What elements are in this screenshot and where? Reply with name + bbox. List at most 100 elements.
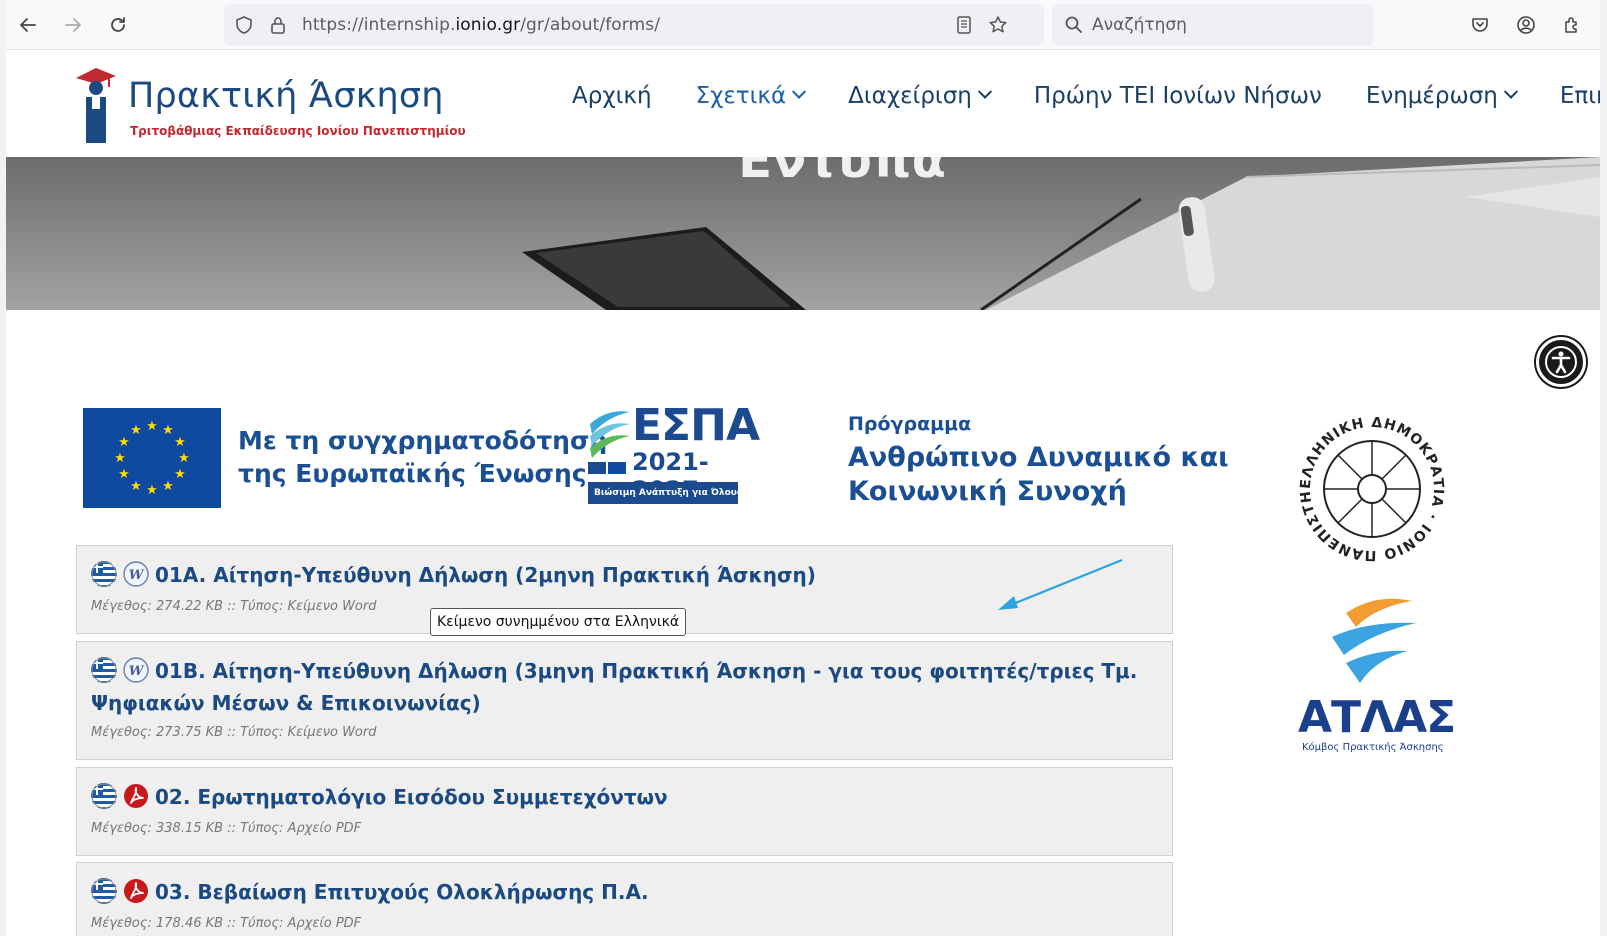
form-download-link[interactable]: 01B. Αίτηση-Υπεύθυνη Δήλωση (3μηνη Πρακτ… bbox=[91, 655, 1154, 719]
search-bar[interactable]: Αναζήτηση bbox=[1052, 4, 1374, 46]
svg-text:★: ★ bbox=[174, 435, 186, 450]
hero-title: Έντυπα bbox=[730, 157, 946, 189]
program-line-2: Κοινωνική Συνοχή bbox=[848, 476, 1127, 507]
form-head: W 01A. Αίτηση-Υπεύθυνη Δήλωση (2μηνη Πρα… bbox=[91, 559, 1154, 591]
program-label: Πρόγραμμα bbox=[848, 413, 972, 435]
eu-line-2: της Ευρωπαϊκής Ένωσης bbox=[238, 459, 587, 488]
form-download-link[interactable]: 03. Βεβαίωση Επιτυχούς Ολοκλήρωσης Π.Α. bbox=[91, 876, 1154, 908]
browser-toolbar: https://internship.ionio.gr/gr/about/for… bbox=[6, 0, 1600, 50]
form-download-link[interactable]: 02. Ερωτηματολόγιο Εισόδου Συμμετεχόντων bbox=[91, 781, 1154, 813]
form-head: 02. Ερωτηματολόγιο Εισόδου Συμμετεχόντων bbox=[91, 781, 1154, 813]
greek-flag-icon bbox=[91, 878, 117, 904]
back-button[interactable] bbox=[12, 9, 44, 41]
espa-swoosh-icon bbox=[588, 411, 630, 474]
atlas-subtitle: Κόμβος Πρακτικής Άσκησης bbox=[1302, 742, 1444, 753]
eu-line-1: Με τη συγχρηματοδότηση bbox=[238, 426, 608, 455]
nav-news[interactable]: Ενημέρωση bbox=[1366, 83, 1518, 109]
espa-tagline: Βιώσιμη Ανάπτυξη για Όλους bbox=[588, 482, 742, 504]
program-text: Πρόγραμμα Ανθρώπινο Δυναμικό και Κοινωνι… bbox=[848, 413, 1229, 509]
svg-text:★: ★ bbox=[146, 483, 158, 498]
chevron-down-icon bbox=[1503, 84, 1518, 99]
form-item: 03. Βεβαίωση Επιτυχούς Ολοκλήρωσης Π.Α. … bbox=[76, 862, 1173, 936]
form-meta: Μέγεθος: 178.46 KB :: Τύπος: Αρχείο PDF bbox=[91, 916, 362, 931]
chevron-down-icon bbox=[977, 84, 992, 99]
svg-text:★: ★ bbox=[162, 423, 174, 438]
chevron-down-icon bbox=[792, 84, 807, 99]
svg-text:★: ★ bbox=[114, 451, 126, 466]
back-arrow-icon bbox=[20, 18, 36, 32]
site-logo-subtitle: Τριτοβάθμιας Εκπαίδευσης Ιονίου Πανεπιστ… bbox=[130, 124, 466, 138]
form-meta: Μέγεθος: 338.15 KB :: Τύπος: Αρχείο PDF bbox=[91, 821, 362, 836]
pdf-file-icon bbox=[124, 784, 148, 808]
nav-about[interactable]: Σχετικά bbox=[696, 83, 807, 109]
svg-text:★: ★ bbox=[130, 423, 142, 438]
bookmark-star-icon[interactable] bbox=[988, 15, 1008, 35]
form-item: 02. Ερωτηματολόγιο Εισόδου Συμμετεχόντων… bbox=[76, 767, 1173, 856]
svg-text:★: ★ bbox=[162, 479, 174, 494]
annotation-arrow-icon bbox=[998, 558, 1123, 610]
account-button[interactable] bbox=[1510, 9, 1542, 41]
pdf-file-icon bbox=[124, 879, 148, 903]
accessibility-button[interactable] bbox=[1536, 337, 1586, 387]
hero-banner: Έντυπα bbox=[6, 157, 1600, 310]
form-download-link[interactable]: 01A. Αίτηση-Υπεύθυνη Δήλωση (2μηνη Πρακτ… bbox=[91, 559, 1154, 591]
forward-button[interactable] bbox=[57, 9, 89, 41]
url-path: /gr/about/forms/ bbox=[520, 15, 661, 35]
search-icon bbox=[1065, 16, 1082, 33]
word-file-icon: W bbox=[123, 561, 149, 587]
nav-contact-label: Επικοι bbox=[1559, 83, 1600, 109]
pocket-button[interactable] bbox=[1464, 9, 1496, 41]
seal-text: ΕΛΛΗΝΙΚΗ ΔΗΜΟΚΡΑΤΙΑ · ΙΟΝΙΟ ΠΑΝΕΠΙΣΤΗΜΙΟ… bbox=[1295, 412, 1445, 563]
reload-icon bbox=[111, 17, 125, 32]
nav-home[interactable]: Αρχική bbox=[572, 83, 652, 109]
svg-text:W: W bbox=[129, 664, 145, 679]
address-bar[interactable]: https://internship.ionio.gr/gr/about/for… bbox=[224, 4, 1044, 46]
puzzle-icon bbox=[1565, 17, 1577, 33]
nav-home-label: Αρχική bbox=[572, 83, 652, 109]
lock-icon[interactable] bbox=[268, 15, 288, 35]
url-prefix: https://internship. bbox=[302, 15, 456, 35]
search-placeholder: Αναζήτηση bbox=[1092, 15, 1187, 35]
form-head: W 01B. Αίτηση-Υπεύθυνη Δήλωση (3μηνη Πρα… bbox=[91, 655, 1154, 719]
greek-flag-icon bbox=[91, 783, 117, 809]
greek-flag-icon bbox=[91, 657, 117, 683]
word-file-icon: W bbox=[123, 657, 149, 683]
form-meta: Μέγεθος: 273.75 KB :: Τύπος: Κείμενο Wor… bbox=[91, 725, 377, 740]
reload-button[interactable] bbox=[102, 9, 134, 41]
site-header: Πρακτική Άσκηση Τριτοβάθμιας Εκπαίδευσης… bbox=[6, 50, 1600, 157]
svg-text:★: ★ bbox=[178, 451, 190, 466]
espa-logo: ΕΣΠΑ 2021-2027 Βιώσιμη Ανάπτυξη για Όλου… bbox=[588, 400, 760, 510]
nav-management-label: Διαχείριση bbox=[848, 83, 972, 109]
svg-text:★: ★ bbox=[118, 435, 130, 450]
svg-text:★: ★ bbox=[174, 467, 186, 482]
tracking-shield-icon[interactable] bbox=[234, 15, 254, 35]
program-name: Ανθρώπινο Δυναμικό και Κοινωνική Συνοχή bbox=[848, 441, 1229, 509]
reader-view-icon[interactable] bbox=[954, 15, 974, 35]
ionian-university-seal[interactable]: ΕΛΛΗΝΙΚΗ ΔΗΜΟΚΡΑΤΙΑ · ΙΟΝΙΟ ΠΑΝΕΠΙΣΤΗΜΙΟ… bbox=[1295, 412, 1449, 566]
svg-text:ΕΛΛΗΝΙΚΗ ΔΗΜΟΚΡΑΤΙΑ · ΙΟΝΙΟ ΠΑ: ΕΛΛΗΝΙΚΗ ΔΗΜΟΚΡΑΤΙΑ · ΙΟΝΙΟ ΠΑΝΕΠΙΣΤΗΜΙΟ… bbox=[1295, 412, 1446, 563]
pocket-icon bbox=[1472, 18, 1488, 32]
svg-text:★: ★ bbox=[130, 479, 142, 494]
graduate-logo-icon[interactable] bbox=[72, 64, 116, 144]
atlas-swirl-icon bbox=[1332, 598, 1416, 683]
form-meta: Μέγεθος: 274.22 KB :: Τύπος: Κείμενο Wor… bbox=[91, 599, 377, 614]
browser-window: https://internship.ionio.gr/gr/about/for… bbox=[6, 0, 1600, 936]
program-line-1: Ανθρώπινο Δυναμικό και bbox=[848, 442, 1229, 473]
svg-text:W: W bbox=[129, 568, 145, 583]
accessibility-icon bbox=[1545, 346, 1577, 378]
url-text[interactable]: https://internship.ionio.gr/gr/about/for… bbox=[302, 15, 660, 35]
eu-cofunding-text: Με τη συγχρηματοδότηση της Ευρωπαϊκής Έν… bbox=[238, 424, 607, 490]
account-icon bbox=[1517, 16, 1535, 34]
nav-former-tei[interactable]: Πρώην ΤΕΙ Ιονίων Νήσων bbox=[1034, 83, 1322, 109]
form-head: 03. Βεβαίωση Επιτυχούς Ολοκλήρωσης Π.Α. bbox=[91, 876, 1154, 908]
eu-flag-icon: ★ ★★★ ★★★★ ★★★★ bbox=[83, 408, 221, 508]
extensions-button[interactable] bbox=[1556, 9, 1588, 41]
svg-text:★: ★ bbox=[146, 419, 158, 434]
form-item: W 01B. Αίτηση-Υπεύθυνη Δήλωση (3μηνη Πρα… bbox=[76, 641, 1173, 760]
svg-text:★: ★ bbox=[118, 467, 130, 482]
nav-management[interactable]: Διαχείριση bbox=[848, 83, 992, 109]
nav-former-tei-label: Πρώην ΤΕΙ Ιονίων Νήσων bbox=[1033, 83, 1322, 109]
atlas-wordmark[interactable]: ΑΤΛΑΣ bbox=[1298, 692, 1456, 743]
site-logo-title[interactable]: Πρακτική Άσκηση bbox=[128, 76, 444, 116]
nav-contact[interactable]: Επικοι bbox=[1560, 83, 1600, 109]
